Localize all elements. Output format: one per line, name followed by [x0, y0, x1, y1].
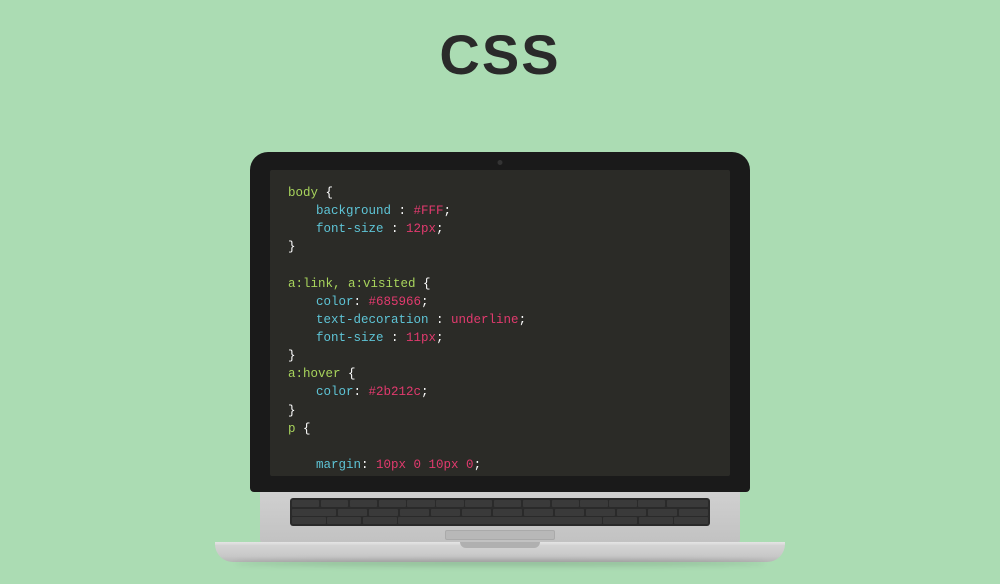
laptop-trackpad	[445, 530, 555, 540]
code-declaration-line: font-size : 11px;	[288, 329, 712, 347]
page-title: CSS	[0, 22, 1000, 87]
laptop-illustration: body {background : #FFF;font-size : 12px…	[215, 152, 785, 562]
code-declaration-line: color: #2b212c;	[288, 383, 712, 401]
code-blank-line	[288, 257, 712, 275]
code-declaration-line: padding: 10px 0 10px 0;	[288, 474, 712, 476]
code-selector-line: body {	[288, 184, 712, 202]
laptop-screen-bezel: body {background : #FFF;font-size : 12px…	[250, 152, 750, 492]
code-declaration-line: color: #685966;	[288, 293, 712, 311]
code-declaration-line: margin: 10px 0 10px 0;	[288, 456, 712, 474]
code-declaration-line: font-size : 12px;	[288, 220, 712, 238]
code-blank-line	[288, 438, 712, 456]
code-selector-line: a:hover {	[288, 365, 712, 383]
laptop-keyboard	[290, 498, 710, 526]
code-editor-screen: body {background : #FFF;font-size : 12px…	[270, 170, 730, 476]
code-close-brace: }	[288, 238, 712, 256]
code-declaration-line: background : #FFF;	[288, 202, 712, 220]
code-selector-line: a:link, a:visited {	[288, 275, 712, 293]
camera-icon	[498, 160, 503, 165]
code-declaration-line: text-decoration : underline;	[288, 311, 712, 329]
code-selector-line: p {	[288, 420, 712, 438]
laptop-notch	[460, 542, 540, 548]
laptop-keyboard-deck	[260, 492, 740, 542]
code-close-brace: }	[288, 402, 712, 420]
code-close-brace: }	[288, 347, 712, 365]
laptop-base	[215, 542, 785, 562]
